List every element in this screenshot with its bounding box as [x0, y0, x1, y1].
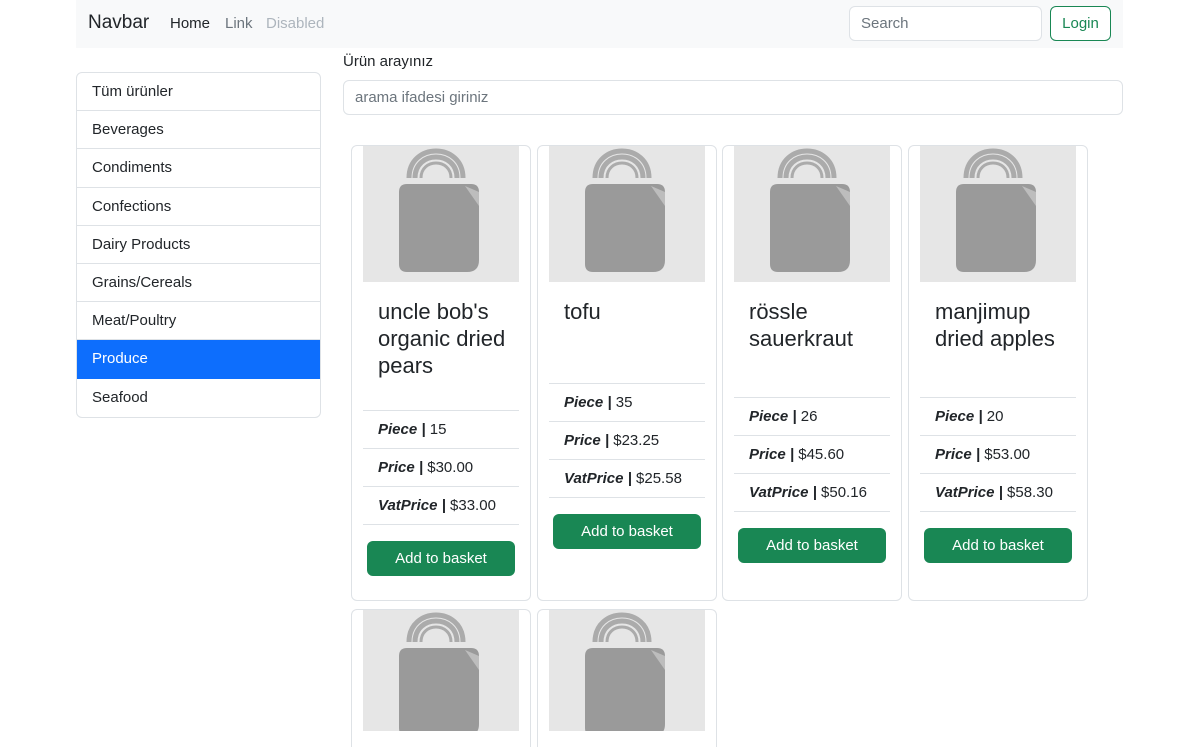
- navbar-search-input[interactable]: [849, 6, 1042, 41]
- shopping-bag-icon: [734, 146, 890, 282]
- product-piece: Piece | 26: [734, 398, 890, 436]
- product-attributes: Piece | 26 Price | $45.60 VatPrice | $50…: [734, 397, 890, 512]
- product-card: manjimup dried apples Piece | 20 Price |…: [908, 145, 1088, 601]
- login-button[interactable]: Login: [1050, 6, 1111, 41]
- category-item-seafood[interactable]: Seafood: [77, 379, 320, 417]
- category-item-meat-poultry[interactable]: Meat/Poultry: [77, 302, 320, 341]
- shopping-bag-icon: [363, 146, 519, 282]
- product-price: Price | $30.00: [363, 449, 519, 487]
- product-attributes: Piece | 35 Price | $23.25 VatPrice | $25…: [549, 383, 705, 498]
- category-item-dairy-products[interactable]: Dairy Products: [77, 226, 320, 264]
- shopping-bag-icon: [549, 146, 705, 282]
- product-image: [549, 146, 705, 282]
- product-vat-price: VatPrice | $33.00: [363, 487, 519, 525]
- category-item-produce[interactable]: Produce: [77, 340, 320, 379]
- category-list: Tüm ürünler Beverages Condiments Confect…: [76, 72, 321, 418]
- product-card: rössle sauerkraut Piece | 26 Price | $45…: [722, 145, 902, 601]
- product-image: [363, 146, 519, 282]
- nav-link-link[interactable]: Link: [225, 15, 253, 32]
- product-attributes: Piece | 15 Price | $30.00 VatPrice | $33…: [363, 410, 519, 525]
- product-search-input[interactable]: [343, 80, 1123, 115]
- product-name: tofu: [564, 299, 601, 324]
- product-vat-price: VatPrice | $25.58: [549, 460, 705, 498]
- shopping-bag-icon: [549, 610, 705, 731]
- product-name: manjimup dried apples: [935, 299, 1055, 351]
- product-name: uncle bob's organic dried pears: [378, 299, 506, 378]
- category-item-confections[interactable]: Confections: [77, 188, 320, 226]
- product-card: uncle bob's organic dried pears Piece | …: [351, 145, 531, 601]
- product-image: [549, 610, 705, 731]
- category-item-grains-cereals[interactable]: Grains/Cereals: [77, 264, 320, 303]
- product-image: [363, 610, 519, 731]
- product-card: [351, 609, 531, 747]
- shopping-bag-icon: [920, 146, 1076, 282]
- navbar-brand[interactable]: Navbar: [88, 12, 149, 34]
- category-item-beverages[interactable]: Beverages: [77, 111, 320, 150]
- category-item-all[interactable]: Tüm ürünler: [77, 73, 320, 112]
- product-attributes: Piece | 20 Price | $53.00 VatPrice | $58…: [920, 397, 1076, 512]
- navbar: Navbar Home Link Disabled Login: [76, 0, 1123, 48]
- add-to-basket-button[interactable]: Add to basket: [738, 528, 886, 563]
- add-to-basket-button[interactable]: Add to basket: [924, 528, 1072, 563]
- product-price: Price | $23.25: [549, 422, 705, 460]
- product-price: Price | $45.60: [734, 436, 890, 474]
- product-search-label: Ürün arayınız: [343, 53, 434, 70]
- nav-link-home[interactable]: Home: [170, 15, 210, 32]
- product-card: [537, 609, 717, 747]
- product-name: rössle sauerkraut: [749, 299, 853, 351]
- product-vat-price: VatPrice | $50.16: [734, 474, 890, 512]
- product-vat-price: VatPrice | $58.30: [920, 474, 1076, 512]
- product-image: [734, 146, 890, 282]
- product-image: [920, 146, 1076, 282]
- nav-link-disabled: Disabled: [266, 15, 325, 32]
- add-to-basket-button[interactable]: Add to basket: [367, 541, 515, 576]
- product-piece: Piece | 15: [363, 411, 519, 449]
- product-piece: Piece | 35: [549, 384, 705, 422]
- shopping-bag-icon: [363, 610, 519, 731]
- product-card: tofu Piece | 35 Price | $23.25 VatPrice …: [537, 145, 717, 601]
- product-piece: Piece | 20: [920, 398, 1076, 436]
- product-price: Price | $53.00: [920, 436, 1076, 474]
- add-to-basket-button[interactable]: Add to basket: [553, 514, 701, 549]
- category-item-condiments[interactable]: Condiments: [77, 149, 320, 188]
